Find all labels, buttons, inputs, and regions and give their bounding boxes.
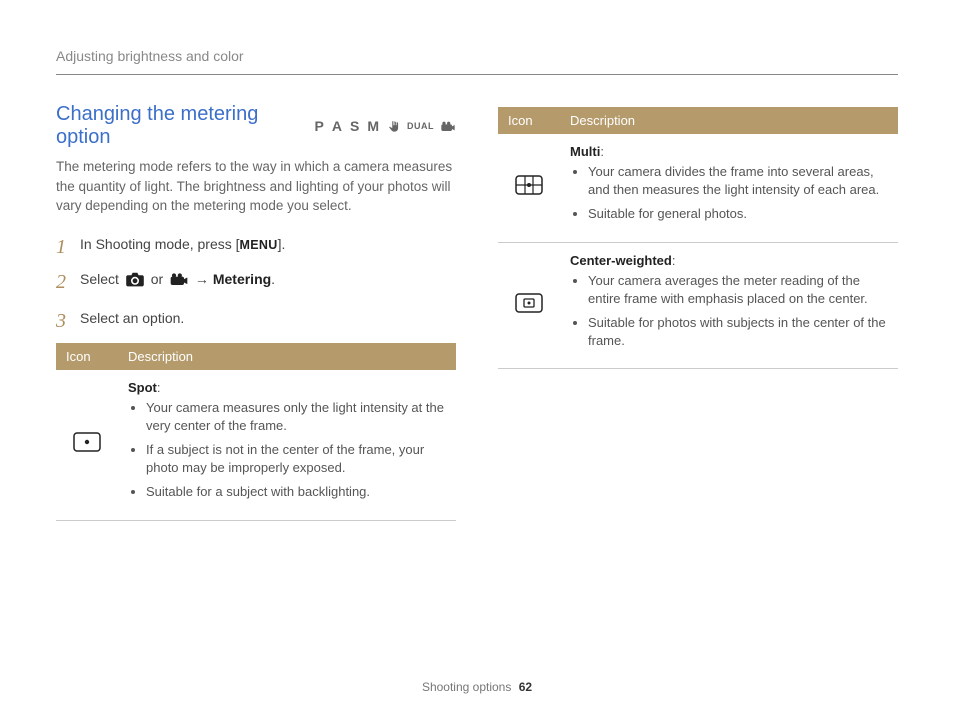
camera-icon xyxy=(125,272,145,294)
metering-label: Metering xyxy=(213,271,271,287)
spot-bullet-1: Your camera measures only the light inte… xyxy=(146,399,446,435)
step-2: Select or → Metering. xyxy=(56,269,456,294)
spot-metering-icon xyxy=(73,440,101,455)
center-bullet-2: Suitable for photos with subjects in the… xyxy=(588,314,888,350)
step-3: Select an option. xyxy=(56,308,456,329)
th-icon-r: Icon xyxy=(498,107,560,134)
step-2-text-d: . xyxy=(271,271,275,287)
menu-label: MENU xyxy=(240,238,278,252)
th-icon: Icon xyxy=(56,343,118,370)
center-icon-cell xyxy=(498,242,560,369)
center-desc-cell: Center-weighted: Your camera averages th… xyxy=(560,242,898,369)
step-2-text-b: or xyxy=(147,271,167,287)
multi-metering-icon xyxy=(515,183,543,198)
metering-table-right: Icon Description xyxy=(498,107,898,369)
multi-desc-cell: Multi: Your camera divides the frame int… xyxy=(560,134,898,242)
multi-bullet-2: Suitable for general photos. xyxy=(588,205,888,223)
metering-table-left: Icon Description Spot: Your camera measu… xyxy=(56,343,456,521)
spot-title: Spot xyxy=(128,380,157,395)
content-columns: Changing the metering option P A S M DUA… xyxy=(56,103,898,521)
mode-indicator-strip: P A S M DUAL xyxy=(315,118,456,134)
spot-desc-cell: Spot: Your camera measures only the ligh… xyxy=(118,370,456,520)
video-camera-icon xyxy=(169,272,189,294)
footer-section: Shooting options xyxy=(422,680,511,694)
right-column: Icon Description xyxy=(498,103,898,521)
multi-icon-cell xyxy=(498,134,560,242)
spot-bullet-3: Suitable for a subject with backlighting… xyxy=(146,483,446,501)
step-2-text-c: → xyxy=(191,271,213,287)
page-footer: Shooting options 62 xyxy=(0,680,954,694)
left-column: Changing the metering option P A S M DUA… xyxy=(56,103,456,521)
mode-a: A xyxy=(332,118,344,134)
hand-icon xyxy=(387,118,401,134)
step-2-text-a: Select xyxy=(80,271,123,287)
center-weighted-metering-icon xyxy=(515,301,543,316)
mode-p: P xyxy=(315,118,326,134)
mode-m: M xyxy=(367,118,381,134)
multi-bullet-1: Your camera divides the frame into sever… xyxy=(588,163,888,199)
heading-text: Changing the metering option xyxy=(56,103,301,149)
steps-list: In Shooting mode, press [MENU]. Select o… xyxy=(56,234,456,329)
multi-title: Multi xyxy=(570,144,600,159)
center-bullet-1: Your camera averages the meter reading o… xyxy=(588,272,888,308)
mode-s: S xyxy=(350,118,361,134)
video-icon xyxy=(440,118,456,134)
table-row: Multi: Your camera divides the frame int… xyxy=(498,134,898,242)
th-desc: Description xyxy=(118,343,456,370)
spot-bullet-2: If a subject is not in the center of the… xyxy=(146,441,446,477)
spot-icon-cell xyxy=(56,370,118,520)
table-row: Center-weighted: Your camera averages th… xyxy=(498,242,898,369)
table-row: Spot: Your camera measures only the ligh… xyxy=(56,370,456,520)
mode-dual: DUAL xyxy=(407,121,434,131)
step-1: In Shooting mode, press [MENU]. xyxy=(56,234,456,255)
step-1-text-a: In Shooting mode, press [ xyxy=(80,236,240,252)
section-heading: Changing the metering option P A S M DUA… xyxy=(56,103,456,149)
center-title: Center-weighted xyxy=(570,253,672,268)
page-number: 62 xyxy=(519,680,532,694)
th-desc-r: Description xyxy=(560,107,898,134)
intro-paragraph: The metering mode refers to the way in w… xyxy=(56,157,456,216)
breadcrumb: Adjusting brightness and color xyxy=(56,48,898,75)
step-1-text-b: ]. xyxy=(278,236,286,252)
